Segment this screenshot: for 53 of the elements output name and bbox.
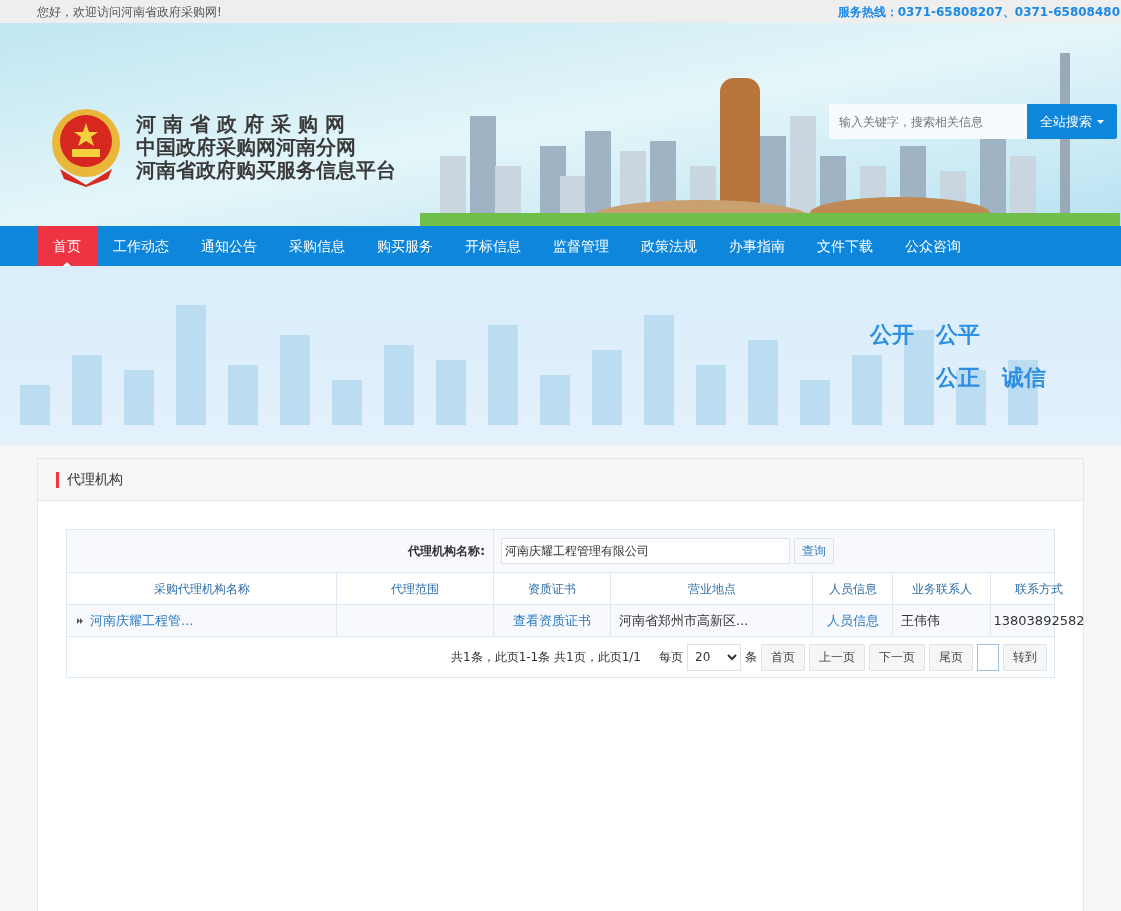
accent-bar: [56, 471, 59, 488]
column-header: 代理范围: [337, 573, 494, 604]
nav-tab[interactable]: 政策法规: [625, 226, 713, 266]
hotline-text: 服务热线：0371-65808207、0371-65808480: [837, 3, 1120, 21]
nav-tab[interactable]: 购买服务: [361, 226, 449, 266]
page-number-field[interactable]: [977, 643, 999, 671]
unit-label: 条: [745, 649, 757, 666]
column-header: 采购代理机构名称: [67, 573, 337, 604]
column-header: 资质证书: [494, 573, 611, 604]
table-link[interactable]: 河南庆耀工程管...: [90, 610, 194, 631]
table-link[interactable]: 人员信息: [826, 610, 879, 631]
nav-tab[interactable]: 工作动态: [97, 226, 185, 266]
table-link[interactable]: 查看资质证书: [513, 610, 591, 631]
filter-label: 代理机构名称:: [408, 543, 485, 560]
nav-tab[interactable]: 通知公告: [185, 226, 273, 266]
table-cell-text: 王伟伟: [901, 611, 940, 630]
site-title: 河南省政府购买服务信息平台: [136, 158, 396, 182]
nav-tab[interactable]: 办事指南: [713, 226, 801, 266]
nav-tab[interactable]: 采购信息: [273, 226, 361, 266]
search-field[interactable]: 输入关键字，搜索相关信息: [829, 104, 1027, 139]
page-button[interactable]: 首页: [761, 643, 805, 671]
column-header: 人员信息: [813, 573, 893, 604]
per-page-label: 每页: [659, 649, 683, 666]
table-cell-text: 13803892582: [993, 611, 1085, 630]
panel-title: 代理机构: [67, 470, 123, 489]
double-arrow-icon: [77, 617, 83, 624]
nav-tab[interactable]: 开标信息: [449, 226, 537, 266]
nav-tab[interactable]: 文件下载: [801, 226, 889, 266]
slogan-text: 公正: [936, 364, 980, 392]
column-header: 营业地点: [611, 573, 813, 604]
nav-tab[interactable]: 监督管理: [537, 226, 625, 266]
table-cell-text: 河南省郑州市高新区...: [619, 611, 749, 630]
site-title: 河 南 省 政 府 采 购 网: [136, 112, 346, 136]
emblem-icon: [50, 107, 122, 187]
nav-tab[interactable]: 公众咨询: [889, 226, 977, 266]
page-button[interactable]: 尾页: [929, 643, 973, 671]
welcome-text: 您好，欢迎访问河南省政府采购网!: [37, 3, 222, 21]
agency-name-field[interactable]: 河南庆耀工程管理有限公司: [501, 538, 790, 564]
nav-tab[interactable]: 首页: [37, 226, 97, 266]
caret-icon: [1097, 119, 1104, 124]
slogan-text: 公平: [936, 321, 980, 349]
per-page-select[interactable]: 20: [687, 643, 741, 671]
slogan-text: 诚信: [1002, 364, 1046, 392]
slogan-text: 公开: [870, 321, 914, 349]
column-header: 联系方式: [1014, 580, 1064, 598]
page-summary: 共1条，此页1-1条 共1页，此页1/1: [451, 649, 641, 666]
site-search-button[interactable]: 全站搜索: [1027, 104, 1117, 139]
site-title: 中国政府采购网河南分网: [136, 135, 357, 159]
page-button[interactable]: 上一页: [809, 643, 865, 671]
goto-button[interactable]: 转到: [1003, 643, 1047, 671]
page-button[interactable]: 下一页: [869, 643, 925, 671]
query-button[interactable]: 查询: [794, 538, 834, 564]
column-header: 业务联系人: [893, 573, 991, 604]
